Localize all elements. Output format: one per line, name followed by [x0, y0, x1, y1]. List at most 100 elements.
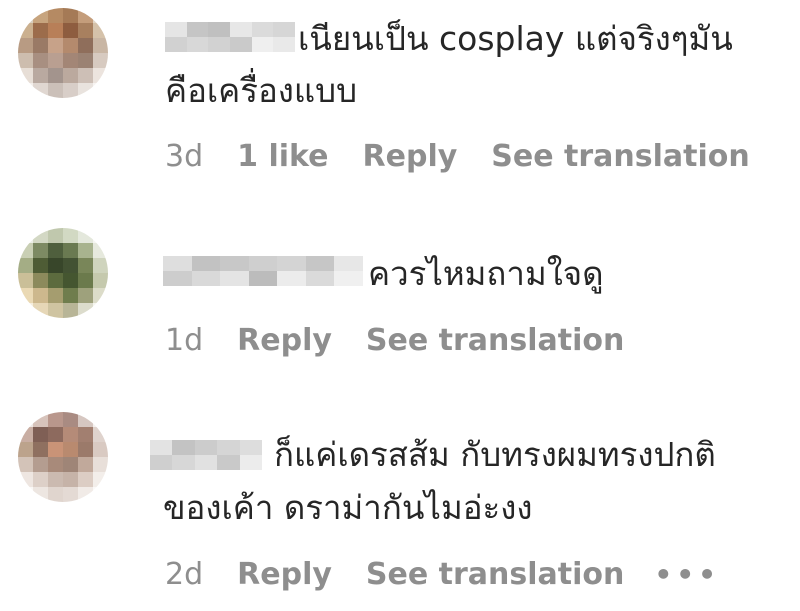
avatar-pixel — [63, 53, 78, 68]
username-pixel — [273, 37, 295, 52]
comment-text: ก็แค่เดรสส้ม กับทรงผมทรงปกติ — [274, 435, 716, 474]
avatar-pixel — [63, 472, 78, 487]
username-pixel — [239, 440, 262, 455]
more-options-icon[interactable]: ••• — [654, 557, 720, 593]
username-pixel — [251, 22, 274, 37]
avatar-pixel — [18, 243, 33, 258]
username-pixel — [150, 440, 173, 455]
avatar-pixel — [18, 53, 33, 68]
reply-button[interactable]: Reply — [363, 139, 458, 175]
avatar-pixel — [18, 38, 33, 53]
username-pixel — [220, 256, 249, 271]
avatar-pixel — [33, 273, 48, 288]
comment-text: คือเครื่องแบบ — [165, 71, 358, 110]
username-pixel — [248, 271, 278, 286]
reply-button[interactable]: Reply — [237, 323, 332, 359]
avatar-pixel — [33, 243, 48, 258]
likes-count[interactable]: 1 like — [237, 139, 328, 175]
comment-meta: 3d 1 like Reply See translation — [165, 139, 750, 175]
avatar-pixel — [78, 273, 93, 288]
avatar-pixel — [18, 472, 33, 487]
avatar-pixel — [93, 442, 108, 457]
avatar-pixel — [78, 68, 93, 83]
avatar-pixel — [33, 487, 48, 502]
avatar-pixel — [63, 288, 78, 303]
avatar-pixel — [18, 288, 33, 303]
username-blurred[interactable] — [150, 440, 262, 470]
avatar-pixel — [48, 8, 63, 23]
avatar-pixel — [78, 38, 93, 53]
see-translation-button[interactable]: See translation — [366, 557, 624, 593]
username-blurred[interactable] — [163, 256, 363, 286]
avatar-pixel — [93, 228, 108, 243]
avatar-pixel — [33, 53, 48, 68]
comment-age: 3d — [165, 139, 204, 174]
username-pixel — [208, 22, 230, 37]
avatar-pixel — [93, 243, 108, 258]
avatar-pixel — [63, 228, 78, 243]
avatar-pixel — [93, 258, 108, 273]
username-pixel — [163, 256, 192, 271]
avatar-pixel — [63, 258, 78, 273]
avatar-pixel — [63, 457, 78, 472]
avatar-pixel — [33, 8, 48, 23]
username-pixel — [186, 37, 209, 52]
reply-button[interactable]: Reply — [237, 557, 332, 593]
avatar-pixel — [18, 68, 33, 83]
username-pixel — [191, 256, 221, 271]
avatar-pixel — [93, 288, 108, 303]
avatar-pixel — [78, 472, 93, 487]
avatar-pixel — [33, 412, 48, 427]
username-pixel — [150, 455, 173, 470]
avatar-pixel — [48, 258, 63, 273]
avatar-pixel — [48, 472, 63, 487]
username-pixel — [334, 256, 363, 271]
avatar-pixel — [63, 273, 78, 288]
avatar-pixel — [93, 273, 108, 288]
username-pixel — [163, 271, 192, 286]
avatar-pixel — [78, 258, 93, 273]
avatar-pixel — [78, 23, 93, 38]
avatar-pixel — [33, 38, 48, 53]
avatar-pixel — [33, 23, 48, 38]
username-pixel — [277, 256, 306, 271]
username-pixel — [229, 37, 252, 52]
see-translation-button[interactable]: See translation — [366, 323, 624, 359]
avatar-pixel — [48, 228, 63, 243]
username-pixel — [334, 271, 363, 286]
see-translation-button[interactable]: See translation — [491, 139, 749, 175]
avatar-pixel — [48, 427, 63, 442]
username-pixel — [172, 455, 195, 470]
avatar-pixel — [48, 68, 63, 83]
username-pixel — [220, 271, 249, 286]
username-pixel — [239, 455, 262, 470]
avatar-pixel — [93, 38, 108, 53]
username-pixel — [208, 37, 230, 52]
avatar-pixel — [33, 442, 48, 457]
username-pixel — [186, 22, 209, 37]
avatar[interactable] — [18, 412, 108, 502]
avatar-pixel — [93, 303, 108, 318]
avatar-pixel — [93, 83, 108, 98]
username-pixel — [191, 271, 221, 286]
avatar-pixel — [63, 68, 78, 83]
avatar-pixel — [33, 457, 48, 472]
avatar-pixel — [48, 53, 63, 68]
avatar-pixel — [48, 273, 63, 288]
avatar[interactable] — [18, 228, 108, 318]
username-pixel — [251, 37, 274, 52]
avatar-pixel — [63, 487, 78, 502]
avatar-pixel — [48, 38, 63, 53]
username-blurred[interactable] — [165, 22, 295, 52]
avatar-pixel — [93, 472, 108, 487]
comment-text: เนียนเป็น cosplay แต่จริงๆมัน — [298, 19, 733, 58]
avatar-pixel — [93, 53, 108, 68]
avatar-pixel — [78, 288, 93, 303]
avatar-pixel — [48, 487, 63, 502]
avatar-pixel — [48, 243, 63, 258]
comment-age: 2d — [165, 557, 204, 592]
avatar-pixel — [78, 8, 93, 23]
avatar[interactable] — [18, 8, 108, 98]
avatar-pixel — [33, 427, 48, 442]
avatar-pixel — [78, 243, 93, 258]
